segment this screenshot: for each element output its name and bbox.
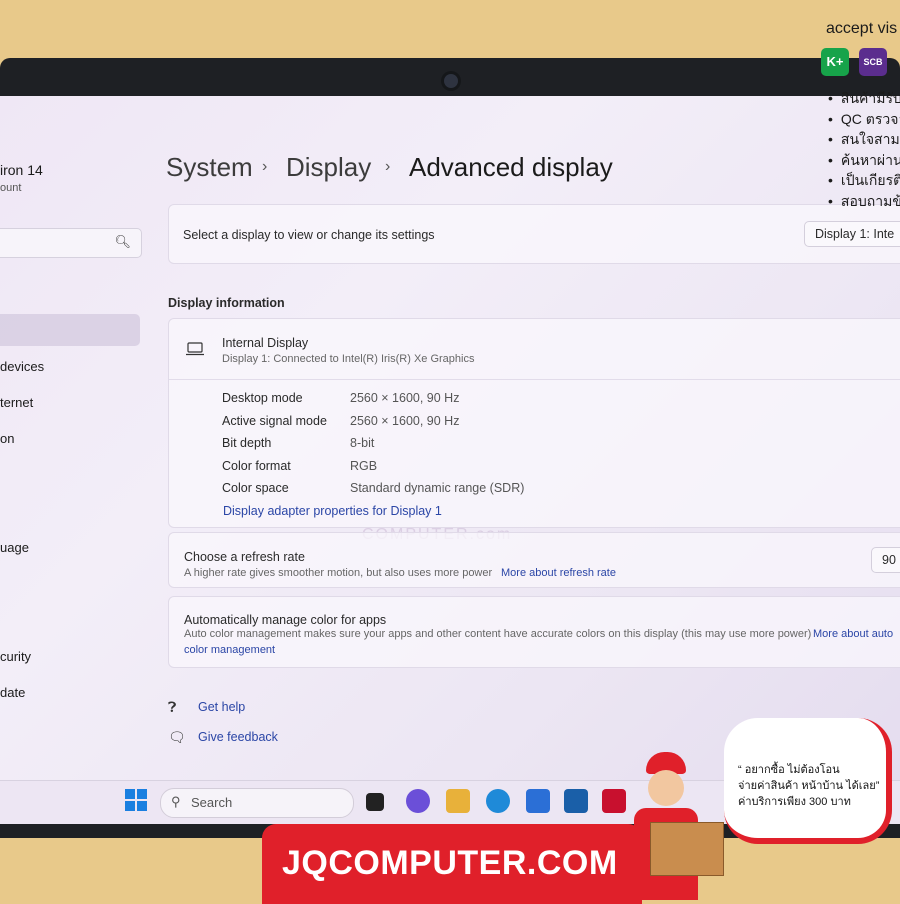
bullet-item: เป็นเกียรติ xyxy=(828,170,900,191)
sidebar-item-time-language[interactable]: uage xyxy=(0,540,29,555)
refresh-rate-value: 90 xyxy=(882,553,896,567)
taskbar-search-input[interactable]: ⚲ Search xyxy=(160,788,354,818)
refresh-rate-card: Choose a refresh rate A higher rate give… xyxy=(168,532,900,588)
bullet-item: สินค้ามีรับ xyxy=(828,88,900,109)
color-management-card: Automatically manage color for apps Auto… xyxy=(168,596,900,668)
promo-banner: JQCOMPUTER.COM xyxy=(262,824,642,904)
windows-start-icon[interactable] xyxy=(124,789,148,813)
file-explorer-icon[interactable] xyxy=(446,789,470,813)
kplus-badge: K+ xyxy=(821,48,849,76)
sidebar-item-privacy-security[interactable]: curity xyxy=(0,649,31,664)
bubble-line: ค่าบริการเพียง 300 บาท xyxy=(738,796,851,808)
refresh-rate-dropdown[interactable]: 90 xyxy=(871,547,900,573)
sidebar-item-windows-update[interactable]: date xyxy=(0,685,25,700)
taskbar-search-label: Search xyxy=(191,795,233,810)
breadcrumb-system[interactable]: System xyxy=(166,152,253,183)
feedback-icon: 🗨︎ xyxy=(168,729,186,745)
help-icon: ❓︎ xyxy=(168,699,177,715)
display-select-dropdown[interactable]: Display 1: Inte xyxy=(804,221,900,247)
screen: iron 14 ount 🔍︎ devices ternet on uage c… xyxy=(0,96,900,824)
bullet-item: สนใจสามาร xyxy=(828,129,900,150)
sidebar-item-personalization[interactable]: on xyxy=(0,431,14,446)
bullet-item: ค้นหาผ่าน xyxy=(828,150,900,171)
task-view-icon[interactable] xyxy=(366,793,384,811)
refresh-rate-link[interactable]: More about refresh rate xyxy=(501,567,616,579)
banner-text: JQCOMPUTER.COM xyxy=(282,844,618,882)
get-help-link[interactable]: Get help xyxy=(198,700,245,714)
device-name: iron 14 xyxy=(0,162,43,178)
bit-depth-label: Bit depth xyxy=(222,436,272,450)
color-management-title: Automatically manage color for apps xyxy=(184,613,387,627)
desktop-mode-label: Desktop mode xyxy=(222,391,303,405)
display-connection: Display 1: Connected to Intel(R) Iris(R)… xyxy=(222,353,475,365)
chevron-right-icon: › xyxy=(262,158,268,175)
display-name: Internal Display xyxy=(222,336,309,350)
bullet-item: สอบถามข้ xyxy=(828,191,900,212)
select-display-label: Select a display to view or change its s… xyxy=(183,228,435,242)
give-feedback-link[interactable]: Give feedback xyxy=(198,730,278,744)
chat-icon[interactable] xyxy=(406,789,430,813)
color-space-label: Color space xyxy=(222,481,289,495)
select-display-card: Select a display to view or change its s… xyxy=(168,204,900,264)
overlay-bullet-list: สินค้ามีรับ QC ตรวจล สนใจสามาร ค้นหาผ่าน… xyxy=(828,88,900,211)
display-information-heading: Display information xyxy=(168,296,285,310)
display-adapter-properties-link[interactable]: Display adapter properties for Display 1 xyxy=(223,504,442,518)
active-signal-mode-value: 2560 × 1600, 90 Hz xyxy=(350,414,460,428)
search-icon: ⚲ xyxy=(171,794,181,809)
refresh-rate-desc: A higher rate gives smoother motion, but… xyxy=(184,567,493,579)
edge-browser-icon[interactable] xyxy=(486,789,510,813)
sidebar-search-input[interactable]: 🔍︎ xyxy=(0,228,142,258)
page-title: Advanced display xyxy=(409,152,613,182)
overlay-top-text: accept vis xyxy=(826,20,898,37)
color-space-value: Standard dynamic range (SDR) xyxy=(350,481,525,495)
bullet-item: QC ตรวจล xyxy=(828,109,900,130)
sidebar-item-bluetooth-devices[interactable]: devices xyxy=(0,359,44,374)
sidebar-item-network-internet[interactable]: ternet xyxy=(0,395,33,410)
dell-icon[interactable] xyxy=(564,789,588,813)
search-icon: 🔍︎ xyxy=(114,234,131,249)
color-management-link[interactable]: More about auto xyxy=(813,628,893,640)
microsoft-store-icon[interactable] xyxy=(526,789,550,813)
color-format-label: Color format xyxy=(222,459,291,473)
desktop-mode-value: 2560 × 1600, 90 Hz xyxy=(350,391,460,405)
chevron-right-icon: › xyxy=(385,158,391,175)
color-management-desc: Auto color management makes sure your ap… xyxy=(184,628,812,640)
divider xyxy=(169,379,900,380)
display-select-value: Display 1: Inte xyxy=(815,227,895,241)
refresh-rate-title: Choose a refresh rate xyxy=(184,550,305,564)
scb-badge: SCB xyxy=(859,48,887,76)
speech-bubble: “ อยากซื้อ ไม่ต้องโอน จ่ายค่าสินค้า หน้า… xyxy=(724,718,892,844)
breadcrumb-display[interactable]: Display xyxy=(286,152,371,183)
color-format-value: RGB xyxy=(350,459,378,473)
laptop-icon xyxy=(186,342,204,361)
bit-depth-value: 8-bit xyxy=(350,436,375,450)
active-signal-mode-label: Active signal mode xyxy=(222,414,327,428)
color-management-link-cont[interactable]: color management xyxy=(184,644,275,656)
sidebar-item-system[interactable] xyxy=(0,314,140,346)
webcam xyxy=(444,74,458,88)
account-label: ount xyxy=(0,182,22,194)
